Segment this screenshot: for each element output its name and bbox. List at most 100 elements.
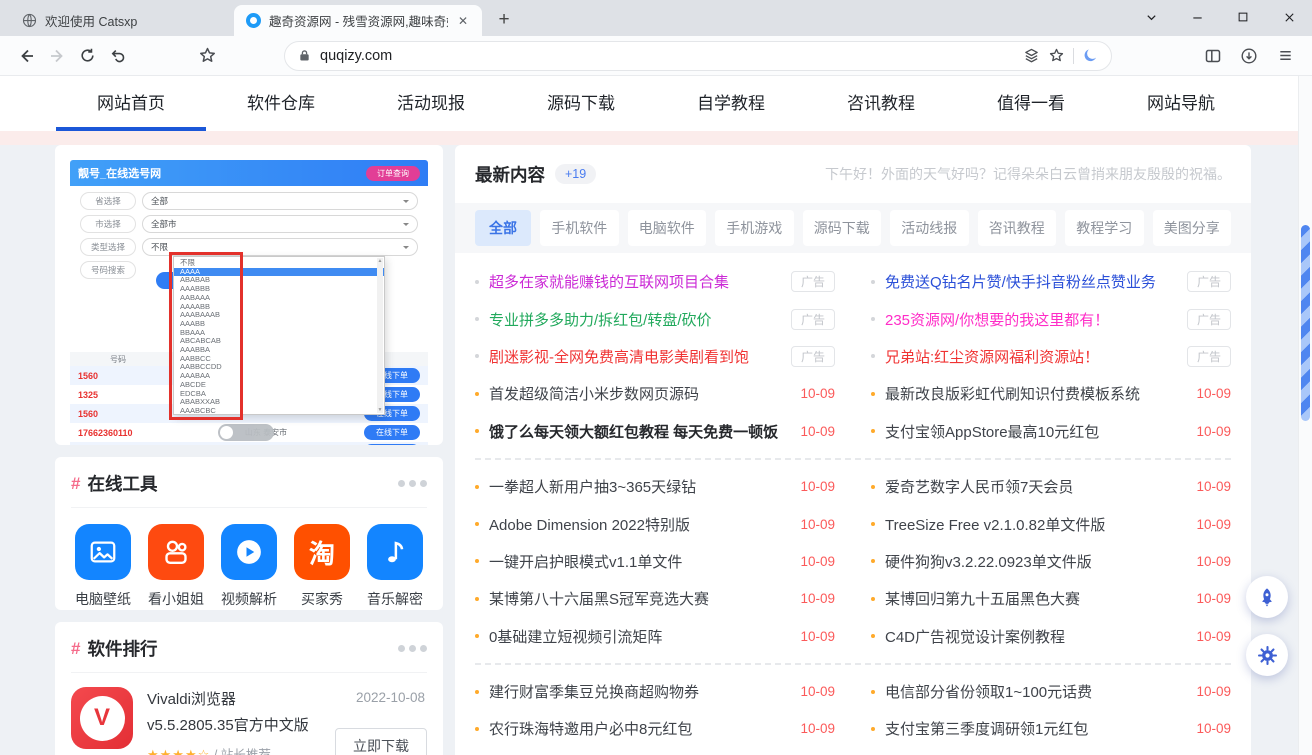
ranking-item[interactable]: V Vivaldi浏览器 v5.5.2805.35官方中文版 ★★★★☆ / 站… bbox=[71, 687, 427, 755]
news-item: 硬件狗狗v3.2.22.0923单文件版 10-09 bbox=[871, 543, 1231, 580]
menu-icon[interactable] bbox=[1270, 41, 1300, 71]
news-item: 爱奇艺数字人民币领7天会员10-09 bbox=[871, 468, 1231, 505]
forward-icon[interactable] bbox=[42, 41, 72, 71]
order-online-button[interactable]: 在线下单 bbox=[364, 425, 420, 440]
software-name[interactable]: Vivaldi浏览器 bbox=[147, 688, 309, 709]
nav-item[interactable]: 网站导航 bbox=[1106, 76, 1256, 131]
news-link[interactable]: 支付宝领AppStore最高10元红包 bbox=[885, 421, 1184, 442]
bullet-icon bbox=[475, 317, 479, 321]
tool-taobao[interactable]: 淘买家秀 bbox=[290, 524, 354, 609]
new-tab-button[interactable]: + bbox=[490, 6, 518, 34]
toggle-switch[interactable] bbox=[218, 424, 274, 441]
news-link[interactable]: 一键开启护眼模式v1.1单文件 bbox=[489, 551, 788, 572]
category-tab[interactable]: 手机游戏 bbox=[715, 210, 794, 246]
news-link[interactable]: 235资源网/你想要的我这里都有！ bbox=[885, 309, 1175, 330]
category-tab[interactable]: 美图分享 bbox=[1153, 210, 1232, 246]
field-select[interactable]: 全部 bbox=[142, 192, 418, 210]
nav-item[interactable]: 自学教程 bbox=[656, 76, 806, 131]
category-tab[interactable]: 咨讯教程 bbox=[978, 210, 1057, 246]
tool-play[interactable]: 视频解析 bbox=[217, 524, 281, 609]
page-scrollbar-thumb[interactable] bbox=[1301, 225, 1310, 421]
nav-item[interactable]: 源码下载 bbox=[506, 76, 656, 131]
tab-list-chevron-icon[interactable] bbox=[1128, 0, 1174, 34]
news-link[interactable]: 超多在家就能赚钱的互联网项目合集 bbox=[489, 271, 779, 292]
category-tab[interactable]: 教程学习 bbox=[1065, 210, 1144, 246]
news-link[interactable]: 某博回归第九十五届黑色大赛 bbox=[885, 588, 1184, 609]
news-link[interactable]: 最新改良版彩虹代刷知识付费模板系统 bbox=[885, 383, 1184, 404]
news-link[interactable]: 建行财富季集豆兑换商超购物券 bbox=[489, 681, 788, 702]
news-link[interactable]: Adobe Dimension 2022特别版 bbox=[489, 514, 788, 535]
stack-icon[interactable] bbox=[1023, 47, 1040, 64]
bullet-icon bbox=[475, 392, 479, 396]
dropdown-option[interactable]: AAABB bbox=[174, 320, 384, 329]
split-view-icon[interactable] bbox=[1198, 41, 1228, 71]
news-link[interactable]: 0基础建立短视频引流矩阵 bbox=[489, 626, 788, 647]
address-bar[interactable]: quqizy.com bbox=[284, 41, 1112, 71]
nav-item[interactable]: 值得一看 bbox=[956, 76, 1106, 131]
undo-icon[interactable] bbox=[102, 41, 132, 71]
category-tab[interactable]: 源码下载 bbox=[803, 210, 882, 246]
news-link[interactable]: 某博第八十六届黑S冠军竞选大赛 bbox=[489, 588, 788, 609]
back-icon[interactable] bbox=[12, 41, 42, 71]
news-link[interactable]: 一拳超人新用户抽3~365天绿钻 bbox=[489, 476, 788, 497]
field-select[interactable]: 不限 bbox=[142, 238, 418, 256]
bullet-icon bbox=[475, 280, 479, 284]
browser-tab-welcome[interactable]: 欢迎使用 Catsxp bbox=[10, 5, 234, 36]
tool-image[interactable]: 电脑壁纸 bbox=[71, 524, 135, 609]
news-link[interactable]: TreeSize Free v2.1.0.82单文件版 bbox=[885, 514, 1184, 535]
news-link[interactable]: 爱奇艺数字人民币领7天会员 bbox=[885, 476, 1184, 497]
news-date: 10-09 bbox=[1196, 424, 1231, 439]
dark-mode-moon-icon[interactable] bbox=[1082, 47, 1099, 64]
news-list: 超多在家就能赚钱的互联网项目合集广告免费送Q钻名片赞/快手抖音粉丝点赞业务广告专… bbox=[475, 253, 1231, 755]
dropdown-option[interactable]: AAABCBC bbox=[174, 407, 384, 415]
nav-item[interactable]: 网站首页 bbox=[56, 76, 206, 131]
close-icon[interactable] bbox=[1266, 0, 1312, 34]
hero-screenshot[interactable]: 靓号_在线选号网 订单查询 省选择全部市选择全部市类型选择不限号码搜索 号码 1… bbox=[70, 160, 428, 445]
play-icon bbox=[221, 524, 277, 580]
new-count-badge[interactable]: +19 bbox=[555, 164, 596, 184]
category-tab[interactable]: 活动线报 bbox=[890, 210, 969, 246]
news-link[interactable]: 饿了么每天领大额红包教程 每天免费一顿饭 bbox=[489, 421, 788, 442]
rocket-top-button[interactable] bbox=[1246, 576, 1288, 618]
star-home-icon[interactable] bbox=[192, 41, 222, 71]
reload-icon[interactable] bbox=[72, 41, 102, 71]
hero-header: 靓号_在线选号网 订单查询 bbox=[70, 160, 428, 186]
dropdown-scrollbar[interactable]: ▲▼ bbox=[377, 258, 383, 413]
browser-tab-active[interactable]: 趣奇资源网 - 残雪资源网,趣味奇妙... ✕ bbox=[234, 5, 482, 36]
tool-kuaishou[interactable]: 看小姐姐 bbox=[144, 524, 208, 609]
news-link[interactable]: 剧迷影视-全网免费高清电影美剧看到饱 bbox=[489, 346, 779, 367]
order-query-button[interactable]: 订单查询 bbox=[366, 166, 420, 181]
news-link[interactable]: 农行珠海特邀用户必中8元红包 bbox=[489, 718, 788, 739]
nav-item[interactable]: 咨讯教程 bbox=[806, 76, 956, 131]
news-link[interactable]: 兄弟站:红尘资源网福利资源站！ bbox=[885, 346, 1175, 367]
news-date: 10-09 bbox=[1196, 554, 1231, 569]
tool-music[interactable]: 音乐解密 bbox=[363, 524, 427, 609]
field-select[interactable]: 全部市 bbox=[142, 215, 418, 233]
dropdown-option[interactable]: AAABAAAB bbox=[174, 311, 384, 320]
download-icon[interactable] bbox=[1234, 41, 1264, 71]
news-link[interactable]: 硬件狗狗v3.2.22.0923单文件版 bbox=[885, 551, 1184, 572]
nav-item[interactable]: 软件仓库 bbox=[206, 76, 356, 131]
bookmark-star-icon[interactable] bbox=[1048, 47, 1065, 64]
news-link[interactable]: 免费送Q钻名片赞/快手抖音粉丝点赞业务 bbox=[885, 271, 1175, 292]
download-now-button[interactable]: 立即下载 bbox=[335, 728, 427, 755]
category-tab[interactable]: 全部 bbox=[475, 210, 531, 246]
tab-close-icon[interactable]: ✕ bbox=[456, 14, 470, 28]
news-link[interactable]: C4D广告视觉设计案例教程 bbox=[885, 626, 1184, 647]
ad-badge: 广告 bbox=[791, 346, 835, 367]
news-link[interactable]: 电信部分省份领取1~100元话费 bbox=[885, 681, 1184, 702]
category-tab[interactable]: 手机软件 bbox=[540, 210, 619, 246]
minimize-icon[interactable] bbox=[1174, 0, 1220, 34]
news-link[interactable]: 专业拼多多助力/拆红包/转盘/砍价 bbox=[489, 309, 779, 330]
settings-button[interactable] bbox=[1246, 634, 1288, 676]
type-dropdown-panel[interactable]: 不限AAAAABABABAAABBBAABAAAAAAABBAAABAAABAA… bbox=[173, 256, 385, 415]
more-dots-icon[interactable] bbox=[398, 480, 427, 487]
order-online-button[interactable]: 在线下单 bbox=[364, 444, 420, 445]
maximize-icon[interactable] bbox=[1220, 0, 1266, 34]
nav-item[interactable]: 活动现报 bbox=[356, 76, 506, 131]
news-link[interactable]: 支付宝第三季度调研领1元红包 bbox=[885, 718, 1184, 739]
news-link[interactable]: 首发超级简洁小米步数网页源码 bbox=[489, 383, 788, 404]
more-dots-icon[interactable] bbox=[398, 645, 427, 652]
dropdown-option[interactable]: 不限 bbox=[174, 259, 384, 268]
category-tab[interactable]: 电脑软件 bbox=[628, 210, 707, 246]
